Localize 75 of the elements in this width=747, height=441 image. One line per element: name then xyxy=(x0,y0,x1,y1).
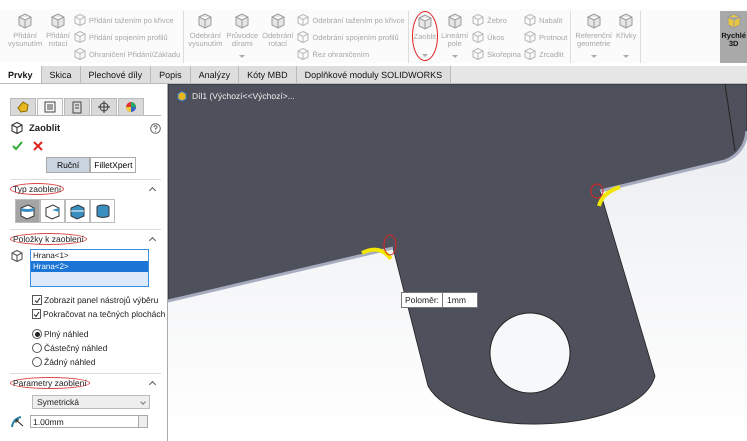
cube-icon xyxy=(49,12,68,30)
cube-icon xyxy=(617,12,636,30)
checkbox[interactable] xyxy=(32,309,41,319)
cube-icon xyxy=(446,12,464,30)
tab[interactable]: Prvky xyxy=(0,66,42,83)
feature-tree-item[interactable]: Díl1 (Výchozí<<Výchozí>... xyxy=(192,91,295,101)
fillet-type-button[interactable] xyxy=(40,199,65,223)
cube-icon xyxy=(471,13,486,27)
cube-icon xyxy=(416,13,434,31)
cube-icon xyxy=(196,12,214,30)
radio-button[interactable] xyxy=(32,357,42,367)
mode-button[interactable]: Ruční xyxy=(46,157,90,173)
edge-list[interactable]: Hrana<1> Hrana<2> xyxy=(30,249,149,287)
tab[interactable]: Popis xyxy=(151,66,191,83)
cube-icon xyxy=(724,12,743,30)
radio-label: Žádný náhled xyxy=(44,357,96,367)
fillet-preview-highlight xyxy=(361,248,393,260)
crosshair-icon xyxy=(96,99,112,115)
checkbox[interactable] xyxy=(32,295,42,305)
cube-icon xyxy=(296,13,310,27)
cube-icon xyxy=(16,12,34,30)
color-wheel-icon xyxy=(123,99,139,115)
radius-arrow-icon xyxy=(10,416,26,428)
method-dropdown[interactable]: Symetrická xyxy=(32,395,150,409)
fillet-preview-highlight xyxy=(597,185,621,207)
radio-button[interactable] xyxy=(32,329,42,339)
mode-button[interactable]: FilletXpert xyxy=(90,157,136,173)
cube-icon xyxy=(584,12,603,30)
panel-tab[interactable] xyxy=(37,98,63,115)
sheet-metal-part-drawing[interactable] xyxy=(168,84,747,424)
radio-label: Plný náhled xyxy=(44,329,88,339)
panel-tab[interactable] xyxy=(91,98,117,115)
radius-field[interactable]: 1.00mm xyxy=(30,415,148,428)
cube-icon xyxy=(522,47,537,61)
part-icon xyxy=(15,99,31,115)
cancel-x-icon[interactable] xyxy=(33,141,43,151)
fillet-cube-icon xyxy=(10,121,24,135)
tab[interactable]: Plechové díly xyxy=(80,66,152,83)
section-title[interactable]: Parametry zaoblení xyxy=(10,377,90,389)
edge-cube-icon xyxy=(10,249,24,263)
ok-checkmark-icon[interactable] xyxy=(12,141,23,151)
section-title[interactable]: Typ zaoblení xyxy=(10,183,64,195)
cube-icon xyxy=(522,13,537,27)
cube-icon xyxy=(471,30,486,44)
cube-icon xyxy=(296,47,310,61)
radio-button[interactable] xyxy=(32,343,42,353)
cube-icon xyxy=(72,30,87,44)
panel-tab[interactable] xyxy=(64,98,90,115)
cube-icon xyxy=(72,47,87,61)
tab[interactable]: Doplňkové moduly SOLIDWORKS xyxy=(296,66,452,83)
tab[interactable]: Kóty MBD xyxy=(239,66,297,83)
fillet-type-button[interactable] xyxy=(15,199,40,223)
cube-icon xyxy=(233,12,252,30)
edge-item[interactable]: Hrana<1> xyxy=(31,250,148,261)
list-icon xyxy=(42,99,58,115)
section-title[interactable]: Položky k zaoblení xyxy=(10,233,87,245)
tab[interactable]: Analýzy xyxy=(190,66,240,83)
annotation-ellipse xyxy=(384,234,396,256)
help-icon[interactable] xyxy=(150,122,161,134)
radius-callout[interactable]: Poloměr: 1mm xyxy=(401,292,478,308)
fillet-type-button[interactable] xyxy=(65,199,90,223)
cube-icon xyxy=(72,13,87,27)
annotation-ellipse xyxy=(590,184,604,198)
tab[interactable]: Skica xyxy=(42,66,81,83)
radio-label: Částečný náhled xyxy=(44,343,108,353)
cube-icon xyxy=(296,30,310,44)
cube-icon xyxy=(471,47,486,61)
panel-tab[interactable] xyxy=(118,98,144,115)
fillet-type-button[interactable] xyxy=(90,199,115,223)
cube-icon xyxy=(268,12,287,30)
cube-icon xyxy=(522,30,537,44)
edge-item[interactable]: Hrana<2> xyxy=(31,261,148,272)
checkbox-label: Zobrazit panel nástrojů výběru xyxy=(44,295,158,305)
panel-title: Zaoblit xyxy=(29,122,60,134)
checkbox-label: Pokračovat na tečných plochách xyxy=(43,309,166,319)
